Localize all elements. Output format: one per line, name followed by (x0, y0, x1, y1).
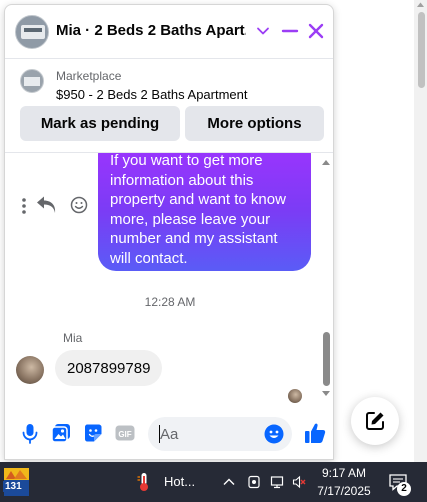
listing-banner: Marketplace $950 - 2 Beds 2 Baths Apartm… (5, 59, 333, 153)
sticker-icon[interactable] (82, 422, 104, 444)
taskbar: 131 Hot... 9:17 AM 7/17/2025 2 (0, 462, 427, 502)
clock-date[interactable]: 7/17/2025 (314, 484, 374, 498)
listing-thumbnail[interactable] (20, 69, 44, 93)
chevron-down-icon[interactable] (256, 24, 270, 38)
sender-avatar[interactable] (16, 356, 44, 384)
message-list[interactable]: If you want to get more information abou… (5, 153, 333, 407)
clock-time[interactable]: 9:17 AM (314, 466, 374, 480)
microphone-icon[interactable] (19, 422, 41, 444)
message-scrollbar-thumb[interactable] (323, 332, 330, 386)
close-icon[interactable] (307, 22, 325, 40)
more-vertical-icon[interactable] (22, 198, 26, 214)
location-icon[interactable] (247, 475, 261, 489)
chevron-up-icon[interactable] (222, 475, 236, 489)
weather-label[interactable]: Hot... (164, 474, 195, 489)
reply-icon[interactable] (37, 196, 56, 214)
outgoing-message[interactable]: If you want to get more information abou… (98, 153, 311, 271)
composer: GIF (5, 407, 333, 459)
thumbs-up-icon[interactable] (303, 421, 327, 445)
screen: Mia · 2 Beds 2 Baths Apart... Marketplac… (0, 0, 427, 502)
chat-title[interactable]: Mia · 2 Beds 2 Baths Apart... (56, 22, 246, 39)
app-badge: 131 (3, 481, 24, 492)
emoji-icon[interactable] (264, 424, 284, 444)
message-input[interactable] (160, 417, 260, 451)
message-timestamp: 12:28 AM (144, 295, 196, 309)
network-icon[interactable] (270, 475, 284, 489)
listing-avatar[interactable] (15, 15, 49, 49)
minimize-icon[interactable] (281, 22, 299, 40)
photo-icon[interactable] (50, 422, 72, 444)
sender-name: Mia (63, 331, 83, 345)
chat-window: Mia · 2 Beds 2 Baths Apart... Marketplac… (4, 4, 334, 460)
thermometer-icon[interactable] (137, 472, 151, 492)
volume-muted-icon[interactable] (292, 475, 306, 489)
page-scrollbar-thumb[interactable] (418, 12, 425, 88)
compose-icon (366, 412, 384, 430)
new-message-button[interactable] (351, 397, 399, 445)
scroll-up-arrow[interactable] (321, 158, 331, 166)
mark-as-pending-button[interactable]: Mark as pending (20, 106, 180, 141)
emoji-react-icon[interactable] (70, 196, 88, 214)
notification-badge: 2 (397, 482, 411, 496)
seen-avatar (288, 389, 302, 403)
incoming-message[interactable]: 2087899789 (55, 350, 163, 386)
svg-text:GIF: GIF (118, 430, 131, 439)
page-scroll-up-arrow[interactable] (416, 1, 425, 8)
message-actions (22, 196, 88, 214)
scroll-down-arrow[interactable] (321, 390, 331, 398)
gif-icon[interactable]: GIF (114, 422, 136, 444)
more-options-button[interactable]: More options (185, 106, 324, 141)
listing-title[interactable]: $950 - 2 Beds 2 Baths Apartment (56, 87, 248, 102)
listing-source: Marketplace (56, 69, 122, 83)
chat-header[interactable]: Mia · 2 Beds 2 Baths Apart... (5, 5, 333, 59)
